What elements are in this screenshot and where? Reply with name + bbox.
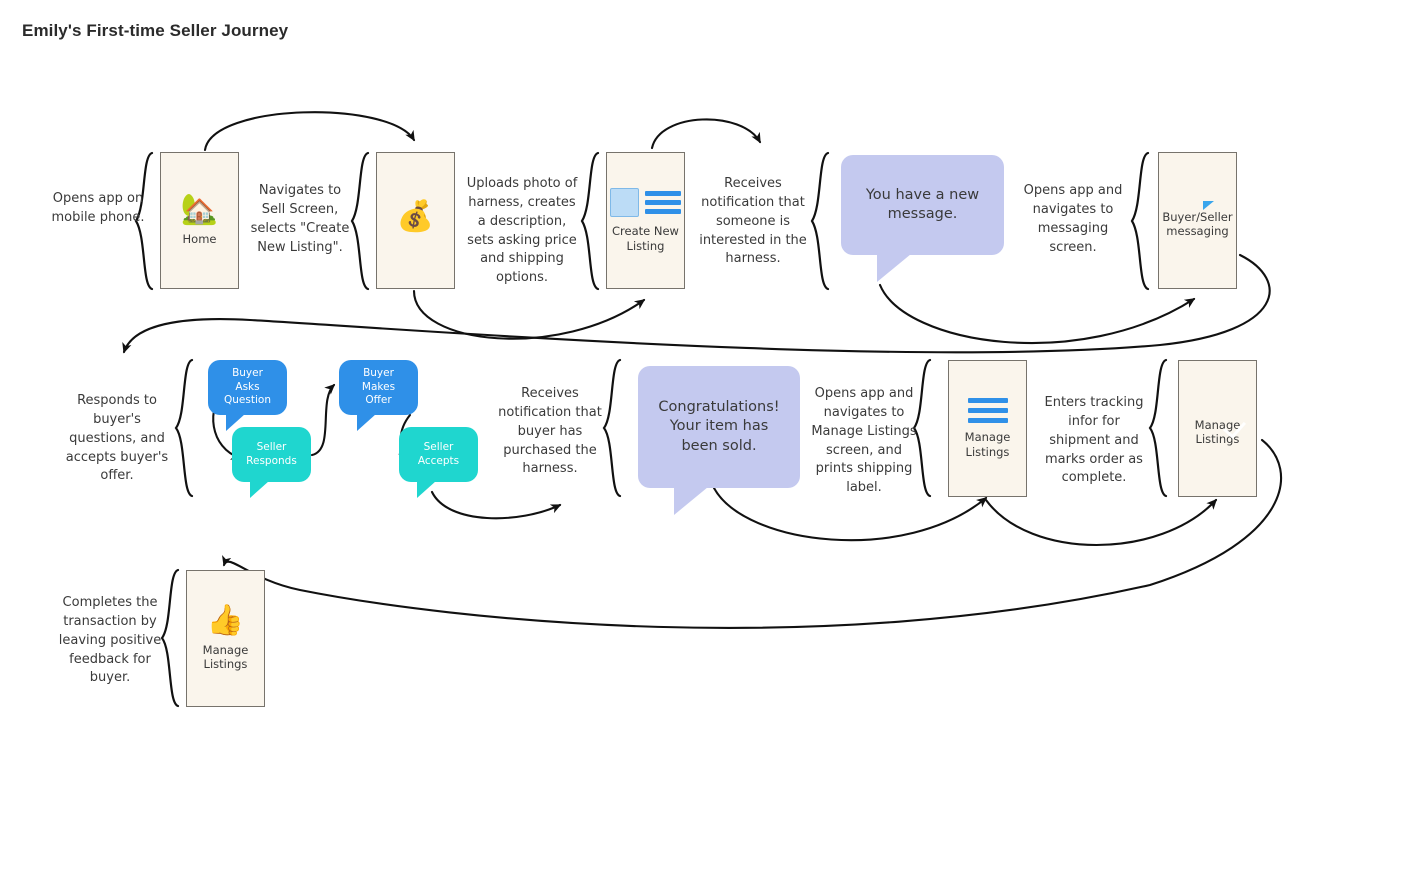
- bubble-congratulations: Congratulations! Your item has been sold…: [638, 366, 800, 515]
- bubble-new-message-text: You have a new message.: [865, 186, 980, 222]
- note-responds-to-questions: Responds to buyer's questions, and accep…: [65, 393, 169, 484]
- page-title: Emily's First-time Seller Journey: [22, 21, 289, 40]
- card-buyer-seller-messaging[interactable]: Buyer/Seller messaging: [1158, 152, 1237, 289]
- new-listing-icon: [610, 188, 681, 218]
- note-opens-messaging: Opens app and navigates to messaging scr…: [1023, 183, 1123, 255]
- card-messaging-label: Buyer/Seller messaging: [1162, 209, 1233, 238]
- thumbs-up-emoji: 👍: [206, 602, 245, 638]
- bubble-seller-accepts: Seller Accepts: [399, 427, 478, 498]
- card-manage-listings-feedback-label: Manage Listings: [202, 642, 249, 671]
- bubble-congratulations-text: Congratulations! Your item has been sold…: [658, 399, 780, 454]
- bubble-buyer-offer-text: Buyer Makes Offer: [361, 366, 396, 407]
- card-manage-listings-complete[interactable]: Manage Listings: [1178, 360, 1257, 497]
- bubble-buyer-asks-question: Buyer Asks Question: [208, 360, 287, 431]
- bubble-buyer-makes-offer: Buyer Makes Offer: [339, 360, 418, 431]
- card-manage-listings-print[interactable]: Manage Listings: [948, 360, 1027, 497]
- note-opens-manage-listings: Opens app and navigates to Manage Listin…: [811, 386, 917, 496]
- note-receives-purchase-notification: Receives notification that buyer has pur…: [498, 386, 602, 477]
- money-bag-emoji: 💰: [396, 199, 435, 234]
- note-enters-tracking-info: Enters tracking infor for shipment and m…: [1044, 395, 1144, 486]
- card-create-new-listing-label: Create New Listing: [612, 224, 679, 253]
- note-uploads-photo: Uploads photo of harness, creates a desc…: [466, 176, 578, 286]
- card-create-new-listing[interactable]: Create New Listing: [606, 152, 685, 289]
- bubble-seller-accepts-text: Seller Accepts: [417, 440, 460, 467]
- image-placeholder-icon: [610, 188, 639, 218]
- note-receives-interest-notification: Receives notification that someone is in…: [699, 176, 807, 267]
- journey-map-canvas: Emily's First-time Seller Journey Opens …: [0, 0, 1416, 891]
- house-emoji: 🏡: [180, 191, 219, 227]
- card-home[interactable]: 🏡 Home: [160, 152, 239, 289]
- note-navigates-sell-screen: Navigates to Sell Screen, selects "Creat…: [250, 183, 350, 255]
- note-leaves-feedback: Completes the transaction by leaving pos…: [58, 595, 162, 686]
- bubble-new-message: You have a new message.: [841, 155, 1004, 282]
- card-manage-listings-print-label: Manage Listings: [964, 430, 1011, 459]
- bubble-seller-responds: Seller Responds: [232, 427, 311, 498]
- list-lines-icon: [967, 398, 1008, 424]
- card-home-label: Home: [182, 231, 217, 246]
- note-opens-app-mobile: Opens app on mobile phone.: [51, 191, 145, 225]
- bubble-buyer-asks-text: Buyer Asks Question: [224, 366, 271, 407]
- card-create-listing-money[interactable]: 💰: [376, 152, 455, 289]
- card-manage-listings-feedback[interactable]: 👍 Manage Listings: [186, 570, 265, 707]
- bubble-seller-responds-text: Seller Responds: [246, 440, 297, 467]
